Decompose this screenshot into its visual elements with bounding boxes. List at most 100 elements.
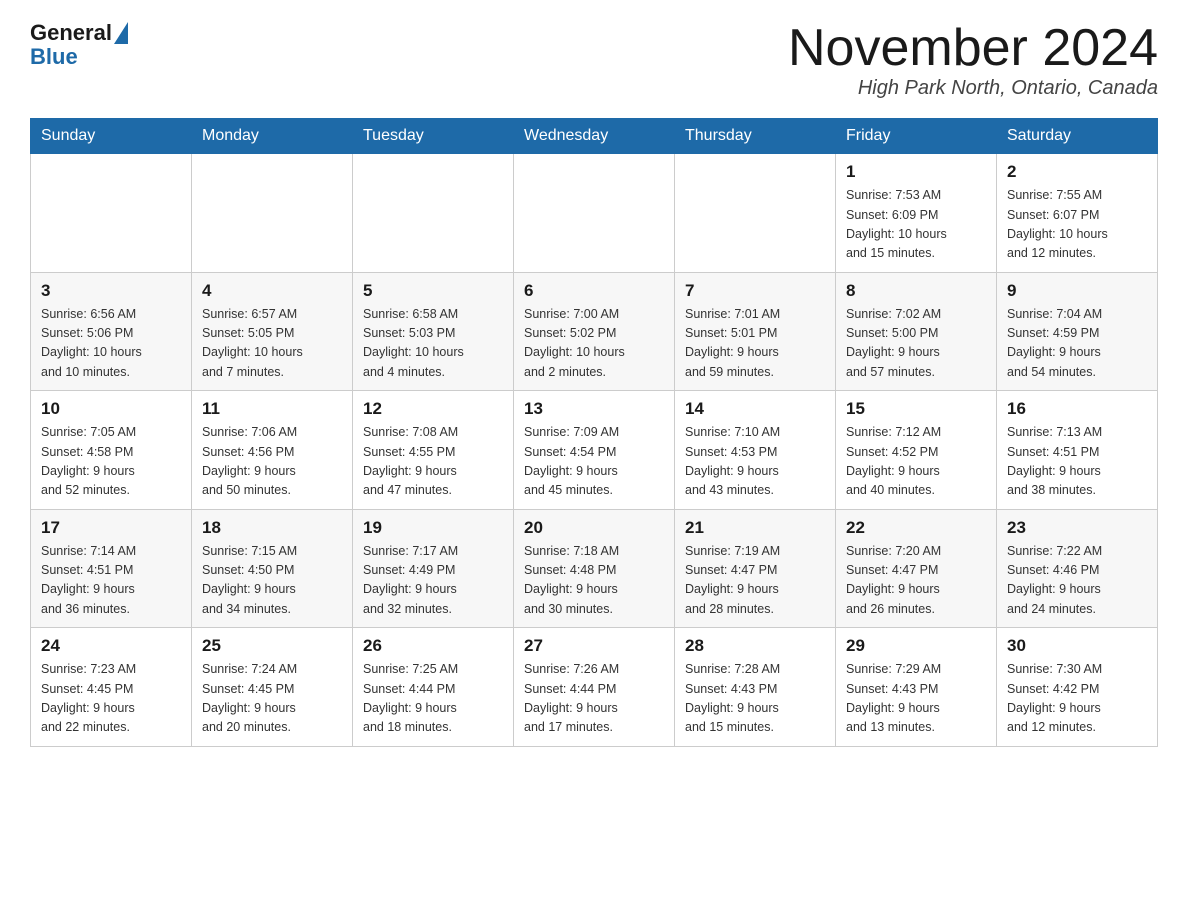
day-info: Sunrise: 7:18 AMSunset: 4:48 PMDaylight:… xyxy=(524,542,664,620)
day-number: 17 xyxy=(41,518,181,538)
day-number: 6 xyxy=(524,281,664,301)
day-info: Sunrise: 7:08 AMSunset: 4:55 PMDaylight:… xyxy=(363,423,503,501)
day-number: 23 xyxy=(1007,518,1147,538)
day-number: 18 xyxy=(202,518,342,538)
day-info: Sunrise: 7:19 AMSunset: 4:47 PMDaylight:… xyxy=(685,542,825,620)
day-info: Sunrise: 6:58 AMSunset: 5:03 PMDaylight:… xyxy=(363,305,503,383)
day-info: Sunrise: 7:00 AMSunset: 5:02 PMDaylight:… xyxy=(524,305,664,383)
day-info: Sunrise: 6:57 AMSunset: 5:05 PMDaylight:… xyxy=(202,305,342,383)
day-info: Sunrise: 7:23 AMSunset: 4:45 PMDaylight:… xyxy=(41,660,181,738)
day-info: Sunrise: 7:02 AMSunset: 5:00 PMDaylight:… xyxy=(846,305,986,383)
day-number: 10 xyxy=(41,399,181,419)
day-info: Sunrise: 7:09 AMSunset: 4:54 PMDaylight:… xyxy=(524,423,664,501)
day-number: 7 xyxy=(685,281,825,301)
day-info: Sunrise: 7:15 AMSunset: 4:50 PMDaylight:… xyxy=(202,542,342,620)
calendar-cell xyxy=(31,154,192,273)
day-number: 28 xyxy=(685,636,825,656)
day-number: 14 xyxy=(685,399,825,419)
day-info: Sunrise: 7:24 AMSunset: 4:45 PMDaylight:… xyxy=(202,660,342,738)
logo: General Blue xyxy=(30,20,130,70)
calendar-week-row: 10 Sunrise: 7:05 AMSunset: 4:58 PMDayligh… xyxy=(31,391,1158,510)
day-number: 20 xyxy=(524,518,664,538)
day-info: Sunrise: 7:10 AMSunset: 4:53 PMDaylight:… xyxy=(685,423,825,501)
day-info: Sunrise: 7:12 AMSunset: 4:52 PMDaylight:… xyxy=(846,423,986,501)
day-info: Sunrise: 7:30 AMSunset: 4:42 PMDaylight:… xyxy=(1007,660,1147,738)
logo-blue-text: Blue xyxy=(30,44,78,70)
day-number: 22 xyxy=(846,518,986,538)
day-info: Sunrise: 7:29 AMSunset: 4:43 PMDaylight:… xyxy=(846,660,986,738)
day-number: 4 xyxy=(202,281,342,301)
page-header: General Blue November 2024 High Park Nor… xyxy=(30,20,1158,100)
calendar-cell: 10 Sunrise: 7:05 AMSunset: 4:58 PMDayligh… xyxy=(31,391,192,510)
day-number: 16 xyxy=(1007,399,1147,419)
calendar-cell: 25Sunrise: 7:24 AMSunset: 4:45 PMDayligh… xyxy=(192,628,353,747)
day-number: 30 xyxy=(1007,636,1147,656)
calendar-cell: 30 Sunrise: 7:30 AMSunset: 4:42 PMDayligh… xyxy=(997,628,1158,747)
day-info: Sunrise: 7:28 AMSunset: 4:43 PMDaylight:… xyxy=(685,660,825,738)
calendar-cell: 26 Sunrise: 7:25 AMSunset: 4:44 PMDayligh… xyxy=(353,628,514,747)
calendar-cell: 8 Sunrise: 7:02 AMSunset: 5:00 PMDaylight… xyxy=(836,272,997,391)
calendar-cell: 20 Sunrise: 7:18 AMSunset: 4:48 PMDayligh… xyxy=(514,509,675,628)
calendar-cell: 22 Sunrise: 7:20 AMSunset: 4:47 PMDayligh… xyxy=(836,509,997,628)
calendar-cell: 21 Sunrise: 7:19 AMSunset: 4:47 PMDayligh… xyxy=(675,509,836,628)
day-number: 9 xyxy=(1007,281,1147,301)
calendar-cell: 24 Sunrise: 7:23 AMSunset: 4:45 PMDayligh… xyxy=(31,628,192,747)
day-of-week-header: Saturday xyxy=(997,119,1158,154)
calendar-cell: 12Sunrise: 7:08 AMSunset: 4:55 PMDayligh… xyxy=(353,391,514,510)
calendar-cell: 19 Sunrise: 7:17 AMSunset: 4:49 PMDayligh… xyxy=(353,509,514,628)
calendar-cell: 27 Sunrise: 7:26 AMSunset: 4:44 PMDayligh… xyxy=(514,628,675,747)
calendar-cell: 23Sunrise: 7:22 AMSunset: 4:46 PMDayligh… xyxy=(997,509,1158,628)
calendar-cell: 16 Sunrise: 7:13 AMSunset: 4:51 PMDayligh… xyxy=(997,391,1158,510)
day-of-week-header: Sunday xyxy=(31,119,192,154)
day-number: 27 xyxy=(524,636,664,656)
calendar-cell: 1Sunrise: 7:53 AMSunset: 6:09 PMDaylight… xyxy=(836,154,997,273)
day-number: 15 xyxy=(846,399,986,419)
day-number: 13 xyxy=(524,399,664,419)
day-info: Sunrise: 6:56 AMSunset: 5:06 PMDaylight:… xyxy=(41,305,181,383)
calendar-week-row: 1Sunrise: 7:53 AMSunset: 6:09 PMDaylight… xyxy=(31,154,1158,273)
calendar-cell: 29 Sunrise: 7:29 AMSunset: 4:43 PMDayligh… xyxy=(836,628,997,747)
day-number: 26 xyxy=(363,636,503,656)
day-info: Sunrise: 7:26 AMSunset: 4:44 PMDaylight:… xyxy=(524,660,664,738)
day-number: 8 xyxy=(846,281,986,301)
calendar-cell: 4 Sunrise: 6:57 AMSunset: 5:05 PMDaylight… xyxy=(192,272,353,391)
calendar-cell: 15 Sunrise: 7:12 AMSunset: 4:52 PMDayligh… xyxy=(836,391,997,510)
calendar-cell xyxy=(514,154,675,273)
calendar-table: SundayMondayTuesdayWednesdayThursdayFrid… xyxy=(30,118,1158,747)
day-number: 3 xyxy=(41,281,181,301)
calendar-cell: 13 Sunrise: 7:09 AMSunset: 4:54 PMDayligh… xyxy=(514,391,675,510)
calendar-cell xyxy=(192,154,353,273)
calendar-cell: 28 Sunrise: 7:28 AMSunset: 4:43 PMDayligh… xyxy=(675,628,836,747)
calendar-cell: 11Sunrise: 7:06 AMSunset: 4:56 PMDayligh… xyxy=(192,391,353,510)
calendar-cell xyxy=(675,154,836,273)
logo-general-text: General xyxy=(30,20,112,46)
location-subtitle: High Park North, Ontario, Canada xyxy=(788,77,1158,100)
calendar-cell: 9 Sunrise: 7:04 AMSunset: 4:59 PMDaylight… xyxy=(997,272,1158,391)
day-info: Sunrise: 7:25 AMSunset: 4:44 PMDaylight:… xyxy=(363,660,503,738)
day-of-week-header: Friday xyxy=(836,119,997,154)
day-info: Sunrise: 7:14 AMSunset: 4:51 PMDaylight:… xyxy=(41,542,181,620)
day-number: 2 xyxy=(1007,162,1147,182)
day-info: Sunrise: 7:53 AMSunset: 6:09 PMDaylight:… xyxy=(846,186,986,264)
calendar-cell: 6 Sunrise: 7:00 AMSunset: 5:02 PMDaylight… xyxy=(514,272,675,391)
day-number: 21 xyxy=(685,518,825,538)
calendar-cell: 17 Sunrise: 7:14 AMSunset: 4:51 PMDayligh… xyxy=(31,509,192,628)
day-info: Sunrise: 7:05 AMSunset: 4:58 PMDaylight:… xyxy=(41,423,181,501)
calendar-week-row: 17 Sunrise: 7:14 AMSunset: 4:51 PMDayligh… xyxy=(31,509,1158,628)
day-info: Sunrise: 7:20 AMSunset: 4:47 PMDaylight:… xyxy=(846,542,986,620)
day-number: 29 xyxy=(846,636,986,656)
day-info: Sunrise: 7:13 AMSunset: 4:51 PMDaylight:… xyxy=(1007,423,1147,501)
day-of-week-header: Wednesday xyxy=(514,119,675,154)
day-number: 19 xyxy=(363,518,503,538)
day-of-week-header: Tuesday xyxy=(353,119,514,154)
calendar-cell: 2 Sunrise: 7:55 AMSunset: 6:07 PMDaylight… xyxy=(997,154,1158,273)
day-info: Sunrise: 7:04 AMSunset: 4:59 PMDaylight:… xyxy=(1007,305,1147,383)
day-info: Sunrise: 7:17 AMSunset: 4:49 PMDaylight:… xyxy=(363,542,503,620)
title-block: November 2024 High Park North, Ontario, … xyxy=(788,20,1158,100)
day-number: 5 xyxy=(363,281,503,301)
calendar-header-row: SundayMondayTuesdayWednesdayThursdayFrid… xyxy=(31,119,1158,154)
day-info: Sunrise: 7:55 AMSunset: 6:07 PMDaylight:… xyxy=(1007,186,1147,264)
day-number: 24 xyxy=(41,636,181,656)
calendar-cell: 7Sunrise: 7:01 AMSunset: 5:01 PMDaylight… xyxy=(675,272,836,391)
calendar-cell: 14 Sunrise: 7:10 AMSunset: 4:53 PMDayligh… xyxy=(675,391,836,510)
